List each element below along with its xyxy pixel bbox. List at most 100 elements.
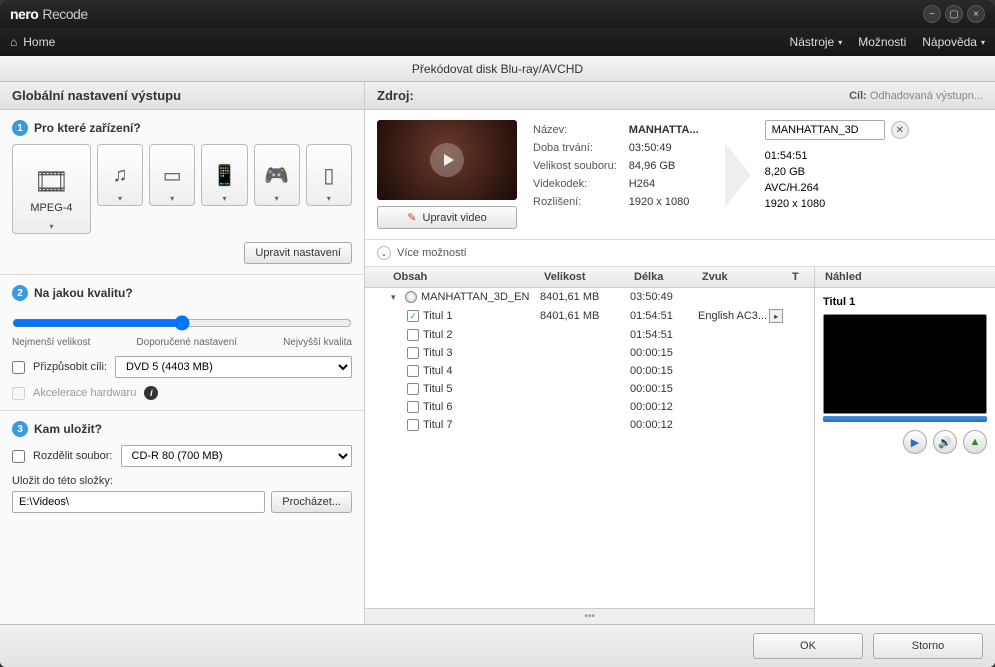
chevron-down-icon: ▾ — [838, 38, 842, 47]
browse-button[interactable]: Procházet... — [271, 491, 352, 513]
chevron-down-icon: ▾ — [981, 38, 985, 47]
tree-item[interactable]: Titul 300:00:15 — [365, 344, 814, 362]
minimize-button[interactable]: − — [923, 5, 941, 23]
title-checkbox[interactable] — [407, 383, 419, 395]
preview-audio-button[interactable]: 🔊 — [933, 430, 957, 454]
tree-item[interactable]: Titul 700:00:12 — [365, 416, 814, 434]
section-save-heading: Kam uložit? — [34, 422, 102, 436]
device-game[interactable]: 🎮▾ — [254, 144, 300, 206]
maximize-button[interactable]: ▢ — [945, 5, 963, 23]
more-options-toggle[interactable]: ⌄ Více možností — [365, 240, 995, 267]
device-mpeg4[interactable]: 🎞 MPEG-4 ▾ — [12, 144, 91, 234]
title-checkbox[interactable] — [407, 419, 419, 431]
chevron-down-icon: ▾ — [222, 194, 226, 203]
step-2-badge: 2 — [12, 285, 28, 301]
device-audio[interactable]: ♫▾ — [97, 144, 143, 206]
source-body: ✎ Upravit video Název:MANHATTA... Doba t… — [365, 110, 995, 240]
title-checkbox[interactable]: ✓ — [407, 310, 419, 322]
target-heading: Cíl: Odhadovaná výstupn... — [849, 90, 983, 102]
mp3player-icon: ▯ — [323, 163, 334, 188]
lower-area: Obsah Velikost Délka Zvuk T ▾ MANHATTAN_… — [365, 267, 995, 624]
ok-button[interactable]: OK — [753, 633, 863, 659]
save-to-label: Uložit do této složky: — [12, 475, 352, 487]
edit-settings-button[interactable]: Upravit nastavení — [244, 242, 352, 264]
fit-target-label: Přizpůsobit cíli: — [33, 361, 107, 373]
cancel-button[interactable]: Storno — [873, 633, 983, 659]
step-3-badge: 3 — [12, 421, 28, 437]
col-t[interactable]: T — [788, 271, 806, 283]
left-panel-title: Globální nastavení výstupu — [0, 82, 364, 110]
dst-duration: 01:54:51 — [765, 150, 909, 162]
preview-up-button[interactable]: ▲ — [963, 430, 987, 454]
dest-name-input[interactable] — [765, 120, 885, 140]
quality-slider[interactable] — [12, 315, 352, 331]
quality-labels: Nejmenší velikost Doporučené nastavení N… — [12, 337, 352, 348]
split-file-select[interactable]: CD-R 80 (700 MB) — [121, 445, 353, 467]
info-icon[interactable]: i — [144, 386, 158, 400]
title-checkbox[interactable] — [407, 347, 419, 359]
dest-meta: ✕ 01:54:51 8,20 GB AVC/H.264 1920 x 1080 — [765, 120, 909, 210]
col-audio[interactable]: Zvuk — [698, 271, 788, 283]
close-button[interactable]: × — [967, 5, 985, 23]
tree-header: Obsah Velikost Délka Zvuk T — [365, 267, 814, 288]
quality-rec-label: Doporučené nastavení — [136, 337, 237, 348]
tree-item[interactable]: Titul 600:00:12 — [365, 398, 814, 416]
section-quality-heading: Na jakou kvalitu? — [34, 286, 133, 300]
toolbar: Překódovat disk Blu-ray/AVCHD — [0, 56, 995, 82]
title-checkbox[interactable] — [407, 401, 419, 413]
col-length[interactable]: Délka — [630, 271, 698, 283]
split-file-checkbox[interactable] — [12, 450, 25, 463]
tree-root[interactable]: ▾ MANHATTAN_3D_EN8401,61 MB03:50:49 — [365, 288, 814, 306]
col-content[interactable]: Obsah — [373, 271, 540, 283]
chevron-down-icon: ▾ — [275, 194, 279, 203]
clear-dest-button[interactable]: ✕ — [891, 121, 909, 139]
device-row: 🎞 MPEG-4 ▾ ♫▾ ▭▾ 📱▾ 🎮▾ ▯▾ — [12, 144, 352, 234]
quality-max-label: Nejvyšší kvalita — [283, 337, 352, 348]
chevron-down-icon: ▾ — [170, 194, 174, 203]
music-icon: ♫ — [113, 164, 128, 187]
device-tv[interactable]: ▭▾ — [149, 144, 195, 206]
src-name: MANHATTA... — [629, 122, 709, 138]
device-player[interactable]: ▯▾ — [306, 144, 352, 206]
edit-video-button[interactable]: ✎ Upravit video — [377, 206, 517, 229]
preview-title: Titul 1 — [823, 296, 987, 308]
tv-icon: ▭ — [163, 163, 182, 188]
gamepad-icon: 🎮 — [264, 163, 289, 188]
device-phone[interactable]: 📱▾ — [201, 144, 247, 206]
help-menu[interactable]: Nápověda▾ — [922, 35, 985, 49]
src-duration: 03:50:49 — [629, 140, 709, 156]
src-filesize: 84,96 GB — [629, 158, 709, 174]
video-thumbnail[interactable] — [377, 120, 517, 200]
fit-target-checkbox[interactable] — [12, 361, 25, 374]
title-checkbox[interactable] — [407, 329, 419, 341]
app-logo: neroRecode — [10, 6, 88, 22]
play-icon — [430, 143, 464, 177]
tree-item[interactable]: Titul 400:00:15 — [365, 362, 814, 380]
fit-target-select[interactable]: DVD 5 (4403 MB) — [115, 356, 352, 378]
title-checkbox[interactable] — [407, 365, 419, 377]
col-size[interactable]: Velikost — [540, 271, 630, 283]
chevron-down-icon: ▾ — [118, 194, 122, 203]
options-menu[interactable]: Možnosti — [858, 35, 906, 49]
tree-item[interactable]: ✓ Titul 18401,61 MB01:54:51English AC3..… — [365, 306, 814, 326]
device-mpeg4-label: MPEG-4 — [30, 202, 72, 214]
section-save-head: 3 Kam uložit? — [12, 421, 352, 437]
source-meta: Název:MANHATTA... Doba trvání:03:50:49 V… — [531, 120, 711, 212]
preview-heading: Náhled — [815, 267, 995, 288]
tools-menu[interactable]: Nástroje▾ — [790, 35, 843, 49]
home-button[interactable]: ⌂ Home — [10, 35, 55, 49]
section-save: 3 Kam uložit? Rozdělit soubor: CD-R 80 (… — [0, 411, 364, 624]
section-quality-head: 2 Na jakou kvalitu? — [12, 285, 352, 301]
source-header: Zdroj: Cíl: Odhadovaná výstupn... — [365, 82, 995, 110]
section-device-heading: Pro které zařízení? — [34, 121, 141, 135]
audio-dropdown-icon[interactable]: ▸ — [769, 309, 783, 323]
preview-progress[interactable] — [823, 416, 987, 422]
preview-play-button[interactable]: ▶ — [903, 430, 927, 454]
section-quality: 2 Na jakou kvalitu? Nejmenší velikost Do… — [0, 275, 364, 411]
horizontal-scrollbar[interactable]: ••• — [365, 608, 814, 624]
save-path-input[interactable] — [12, 491, 265, 513]
expand-icon: ▾ — [391, 292, 401, 303]
tree-item[interactable]: Titul 500:00:15 — [365, 380, 814, 398]
film-icon: 🎞 — [34, 165, 70, 198]
tree-item[interactable]: Titul 201:54:51 — [365, 326, 814, 344]
